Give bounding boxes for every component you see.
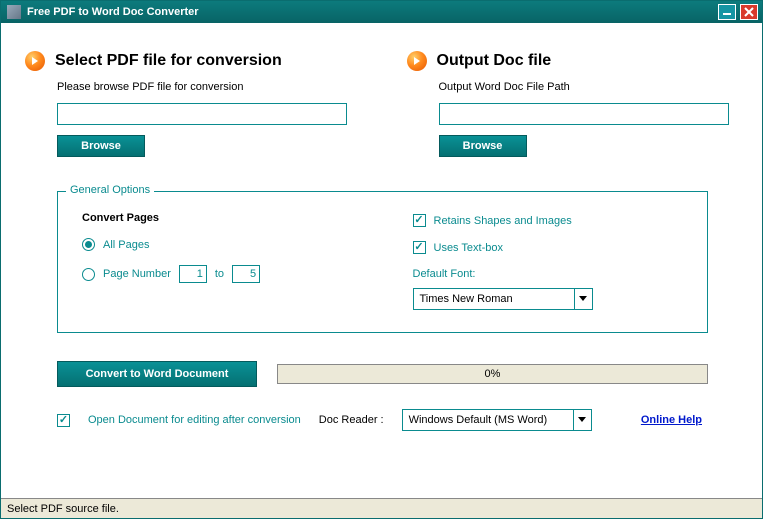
dropdown-arrow-icon bbox=[574, 289, 592, 309]
progress-text: 0% bbox=[485, 368, 501, 380]
statusbar-text: Select PDF source file. bbox=[7, 503, 119, 515]
input-header: Select PDF file for conversion bbox=[25, 51, 357, 71]
titlebar-left: Free PDF to Word Doc Converter bbox=[7, 5, 199, 19]
font-select[interactable]: Times New Roman bbox=[413, 288, 593, 310]
titlebar-buttons bbox=[718, 4, 758, 20]
convert-pages-title: Convert Pages bbox=[82, 212, 353, 224]
doc-reader-select[interactable]: Windows Default (MS Word) bbox=[402, 409, 592, 431]
right-options-col: Retains Shapes and Images Uses Text-box … bbox=[413, 208, 684, 310]
arrow-bullet-icon bbox=[25, 51, 45, 71]
convert-pages-col: Convert Pages All Pages Page Number to bbox=[82, 208, 353, 310]
radio-page-number[interactable] bbox=[82, 268, 95, 281]
minimize-icon bbox=[722, 8, 732, 16]
close-button[interactable] bbox=[740, 4, 758, 20]
statusbar: Select PDF source file. bbox=[1, 498, 762, 518]
bottom-row: Open Document for editing after conversi… bbox=[57, 409, 708, 431]
input-section: Select PDF file for conversion Please br… bbox=[25, 51, 357, 157]
minimize-button[interactable] bbox=[718, 4, 736, 20]
font-label: Default Font: bbox=[413, 268, 684, 280]
page-to-label: to bbox=[215, 268, 224, 280]
textbox-label: Uses Text-box bbox=[434, 242, 504, 254]
window-title: Free PDF to Word Doc Converter bbox=[27, 6, 199, 18]
general-options-legend: General Options bbox=[66, 184, 154, 196]
general-options-group: General Options Convert Pages All Pages … bbox=[57, 191, 708, 333]
radio-all-pages-label: All Pages bbox=[103, 239, 149, 251]
doc-reader-value: Windows Default (MS Word) bbox=[409, 414, 548, 426]
page-from-input[interactable] bbox=[179, 265, 207, 283]
doc-reader-label: Doc Reader : bbox=[319, 414, 384, 426]
close-icon bbox=[744, 7, 754, 17]
progress-bar: 0% bbox=[277, 364, 708, 384]
radio-page-number-label: Page Number bbox=[103, 268, 171, 280]
input-path-field[interactable] bbox=[57, 103, 347, 125]
textbox-checkbox[interactable] bbox=[413, 241, 426, 254]
retains-checkbox[interactable] bbox=[413, 214, 426, 227]
online-help-link[interactable]: Online Help bbox=[641, 414, 702, 426]
page-to-input[interactable] bbox=[232, 265, 260, 283]
options-row: Convert Pages All Pages Page Number to bbox=[82, 208, 683, 310]
titlebar: Free PDF to Word Doc Converter bbox=[1, 1, 762, 23]
font-select-value: Times New Roman bbox=[420, 293, 513, 305]
open-after-checkbox[interactable] bbox=[57, 414, 70, 427]
retains-label: Retains Shapes and Images bbox=[434, 215, 572, 227]
content-area: Select PDF file for conversion Please br… bbox=[1, 23, 762, 498]
input-subtext: Please browse PDF file for conversion bbox=[57, 81, 357, 93]
radio-all-pages-row: All Pages bbox=[82, 238, 353, 251]
output-heading: Output Doc file bbox=[437, 52, 552, 70]
convert-button[interactable]: Convert to Word Document bbox=[57, 361, 257, 387]
top-row: Select PDF file for conversion Please br… bbox=[25, 51, 738, 157]
output-browse-button[interactable]: Browse bbox=[439, 135, 527, 157]
radio-all-pages[interactable] bbox=[82, 238, 95, 251]
textbox-row: Uses Text-box bbox=[413, 241, 684, 254]
arrow-bullet-icon bbox=[407, 51, 427, 71]
output-section: Output Doc file Output Word Doc File Pat… bbox=[407, 51, 739, 157]
retains-row: Retains Shapes and Images bbox=[413, 214, 684, 227]
input-browse-button[interactable]: Browse bbox=[57, 135, 145, 157]
input-heading: Select PDF file for conversion bbox=[55, 52, 282, 70]
output-path-field[interactable] bbox=[439, 103, 729, 125]
radio-page-number-row: Page Number to bbox=[82, 265, 353, 283]
dropdown-arrow-icon bbox=[573, 410, 591, 430]
output-subtext: Output Word Doc File Path bbox=[439, 81, 739, 93]
open-after-label: Open Document for editing after conversi… bbox=[88, 414, 301, 426]
output-header: Output Doc file bbox=[407, 51, 739, 71]
actions-row: Convert to Word Document 0% bbox=[57, 361, 708, 387]
app-window: Free PDF to Word Doc Converter Select PD… bbox=[0, 0, 763, 519]
app-icon bbox=[7, 5, 21, 19]
